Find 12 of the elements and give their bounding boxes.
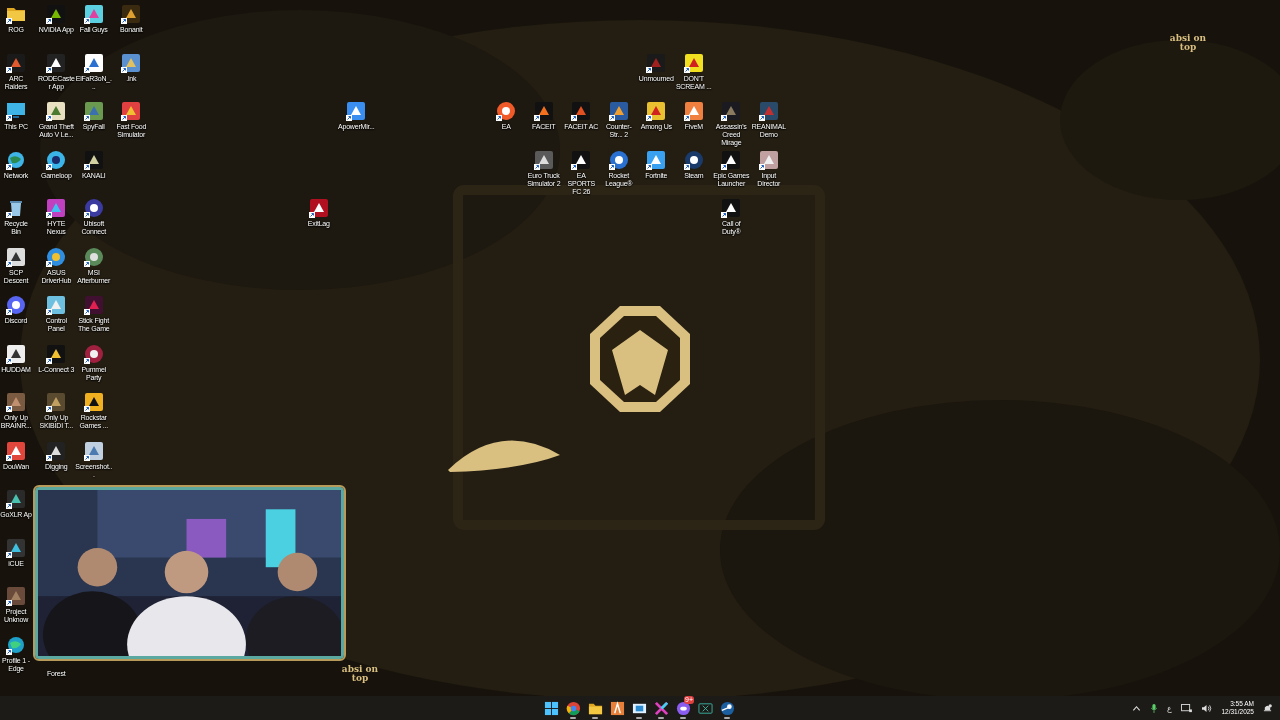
input-language[interactable]: ع	[1167, 703, 1173, 713]
chevron-up-icon[interactable]	[1132, 703, 1142, 713]
microphone-icon[interactable]	[1150, 702, 1159, 714]
speaker-icon[interactable]	[1201, 703, 1213, 713]
app-icon	[609, 700, 625, 716]
app-icon	[653, 700, 669, 716]
windows-logo-icon	[543, 700, 559, 716]
app-icon	[719, 700, 735, 716]
app-icon	[697, 700, 713, 716]
app-icon	[565, 700, 581, 716]
chat-app-icon	[675, 700, 691, 716]
network-icon[interactable]	[1181, 703, 1193, 713]
